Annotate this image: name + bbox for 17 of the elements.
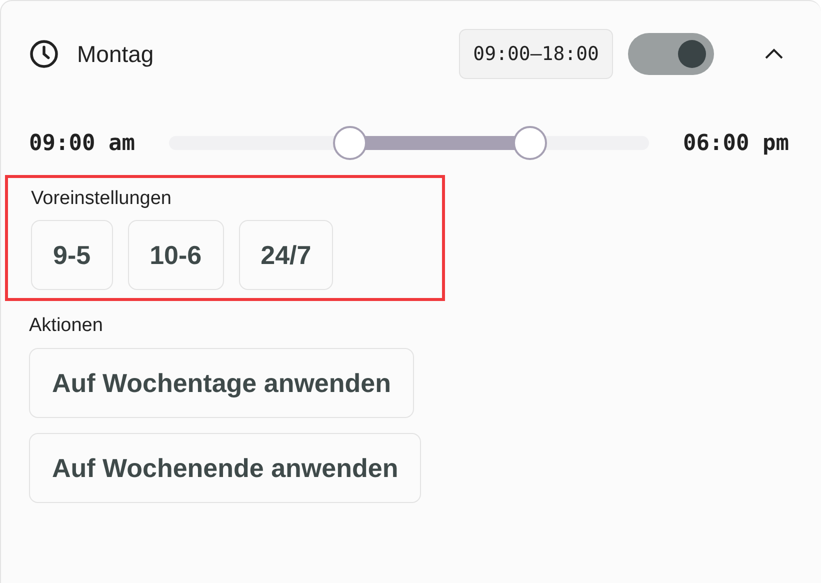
action-button[interactable]: Auf Wochenende anwenden	[29, 433, 422, 503]
chevron-icon[interactable]	[764, 48, 784, 60]
slider-thumb[interactable]	[513, 126, 548, 160]
section-label: Aktionen	[29, 315, 103, 337]
action-button[interactable]: Auf Wochentage anwenden	[29, 348, 414, 418]
section-label: Voreinstellungen	[31, 188, 172, 210]
clock-icon	[29, 39, 59, 69]
preset-button[interactable]: 9-5	[31, 220, 113, 290]
preset-button[interactable]: 10-6	[128, 220, 224, 290]
preset-button[interactable]: 24/7	[238, 220, 334, 290]
day-title: Montag	[77, 40, 154, 68]
slider-thumb[interactable]	[332, 126, 367, 160]
toggle-switch[interactable]	[628, 33, 714, 75]
time-range-badge: 09:00–18:00	[459, 29, 613, 79]
start-time-label: 09:00 am	[29, 130, 135, 156]
end-time-label: 06:00 pm	[683, 130, 789, 156]
range-slider[interactable]	[168, 126, 650, 160]
